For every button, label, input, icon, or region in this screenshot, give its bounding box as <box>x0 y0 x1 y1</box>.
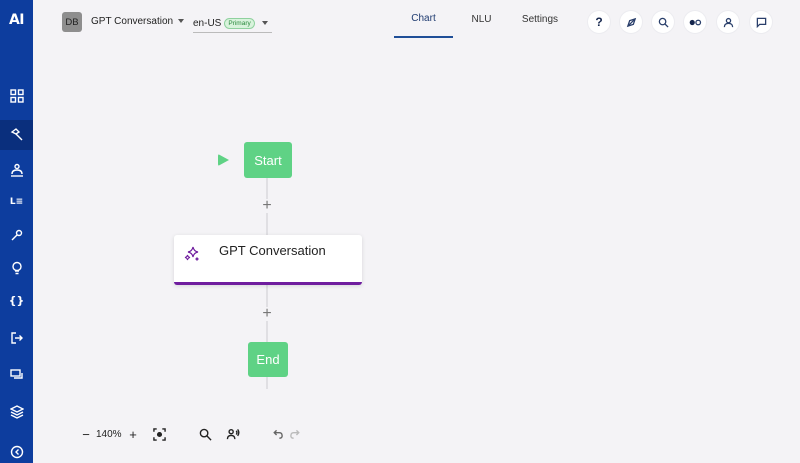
lightbulb-icon <box>11 261 22 275</box>
logout-arrow-icon <box>10 332 23 344</box>
sidebar-item-build[interactable] <box>0 120 33 150</box>
sidebar-item-conversations[interactable] <box>0 360 33 390</box>
search-button[interactable] <box>652 11 674 33</box>
node-title: GPT Conversation <box>219 243 326 258</box>
profile-button[interactable] <box>717 11 739 33</box>
sidebar-item-ideas[interactable] <box>0 253 33 283</box>
search-icon <box>199 428 212 441</box>
sidebar-item-users[interactable] <box>0 155 33 185</box>
sidebar-item-dashboard[interactable] <box>0 81 33 111</box>
sidebar-item-tools[interactable] <box>0 220 33 250</box>
help-icon: ? <box>595 15 603 29</box>
voice-test-button[interactable] <box>226 428 240 441</box>
tab-settings[interactable]: Settings <box>514 0 566 38</box>
user-profile-icon <box>723 17 733 27</box>
fit-view-button[interactable] <box>153 428 166 441</box>
collapse-circle-icon <box>10 445 23 459</box>
project-name: GPT Conversation <box>91 16 174 27</box>
add-step-button[interactable]: + <box>260 198 274 214</box>
sidebar-item-layers[interactable] <box>0 397 33 427</box>
undo-button[interactable] <box>271 428 284 441</box>
project-selector[interactable]: GPT Conversation <box>91 16 185 27</box>
avatar[interactable]: DB <box>62 12 82 32</box>
end-node[interactable]: End <box>248 342 288 377</box>
sparkle-icon <box>184 246 199 261</box>
comments-button[interactable] <box>750 11 772 33</box>
chevron-down-icon <box>178 19 185 24</box>
list-text-icon: L≡ <box>9 197 24 207</box>
sidebar-item-collapse[interactable] <box>0 437 33 463</box>
speaker-person-icon <box>226 428 240 440</box>
users-hierarchy-icon <box>10 163 23 177</box>
start-node[interactable]: Start <box>244 142 292 178</box>
top-header: DB GPT Conversation en-US Primary Chart … <box>33 0 800 42</box>
redo-button[interactable] <box>289 428 302 441</box>
tab-chart[interactable]: Chart <box>394 0 453 38</box>
sidebar: AI L≡ {} <box>0 0 33 463</box>
layers-stack-icon <box>9 405 24 419</box>
locale-selector[interactable]: en-US Primary <box>193 14 272 33</box>
chevron-down-icon <box>261 21 268 25</box>
add-step-button[interactable]: + <box>260 306 274 322</box>
play-icon[interactable] <box>218 154 229 166</box>
tools-wrench-icon <box>11 229 22 241</box>
compass-button[interactable] <box>620 11 642 33</box>
sidebar-item-variables[interactable]: {} <box>0 285 33 315</box>
conversations-chat-icon <box>9 369 23 379</box>
toggle-button[interactable] <box>684 11 706 33</box>
redo-icon <box>290 429 300 439</box>
primary-badge: Primary <box>224 17 255 29</box>
undo-icon <box>273 429 283 439</box>
zoom-level: 140% <box>96 429 122 440</box>
chat-bubble-icon <box>756 17 766 28</box>
search-icon <box>658 17 669 28</box>
focus-frame-icon <box>153 428 166 441</box>
variables-braces-icon: {} <box>8 293 25 307</box>
app-logo: AI <box>8 12 25 28</box>
toggle-dots-icon <box>689 19 702 25</box>
zoom-out-button[interactable]: − <box>80 427 92 442</box>
connector-line <box>266 377 268 389</box>
dashboard-grid-icon <box>9 89 24 103</box>
canvas-search-button[interactable] <box>199 428 212 441</box>
locale-value: en-US <box>193 17 222 29</box>
help-button[interactable]: ? <box>588 11 610 33</box>
compass-icon <box>626 17 636 27</box>
build-hammer-icon <box>10 128 22 141</box>
sidebar-item-exit[interactable] <box>0 323 33 353</box>
flow-canvas[interactable]: Start + GPT Conversation + End − 140% + <box>33 42 800 463</box>
tab-nlu[interactable]: NLU <box>459 0 504 38</box>
sidebar-item-list[interactable]: L≡ <box>0 187 33 217</box>
zoom-in-button[interactable]: + <box>127 427 139 442</box>
gpt-conversation-node[interactable]: GPT Conversation <box>174 235 362 285</box>
